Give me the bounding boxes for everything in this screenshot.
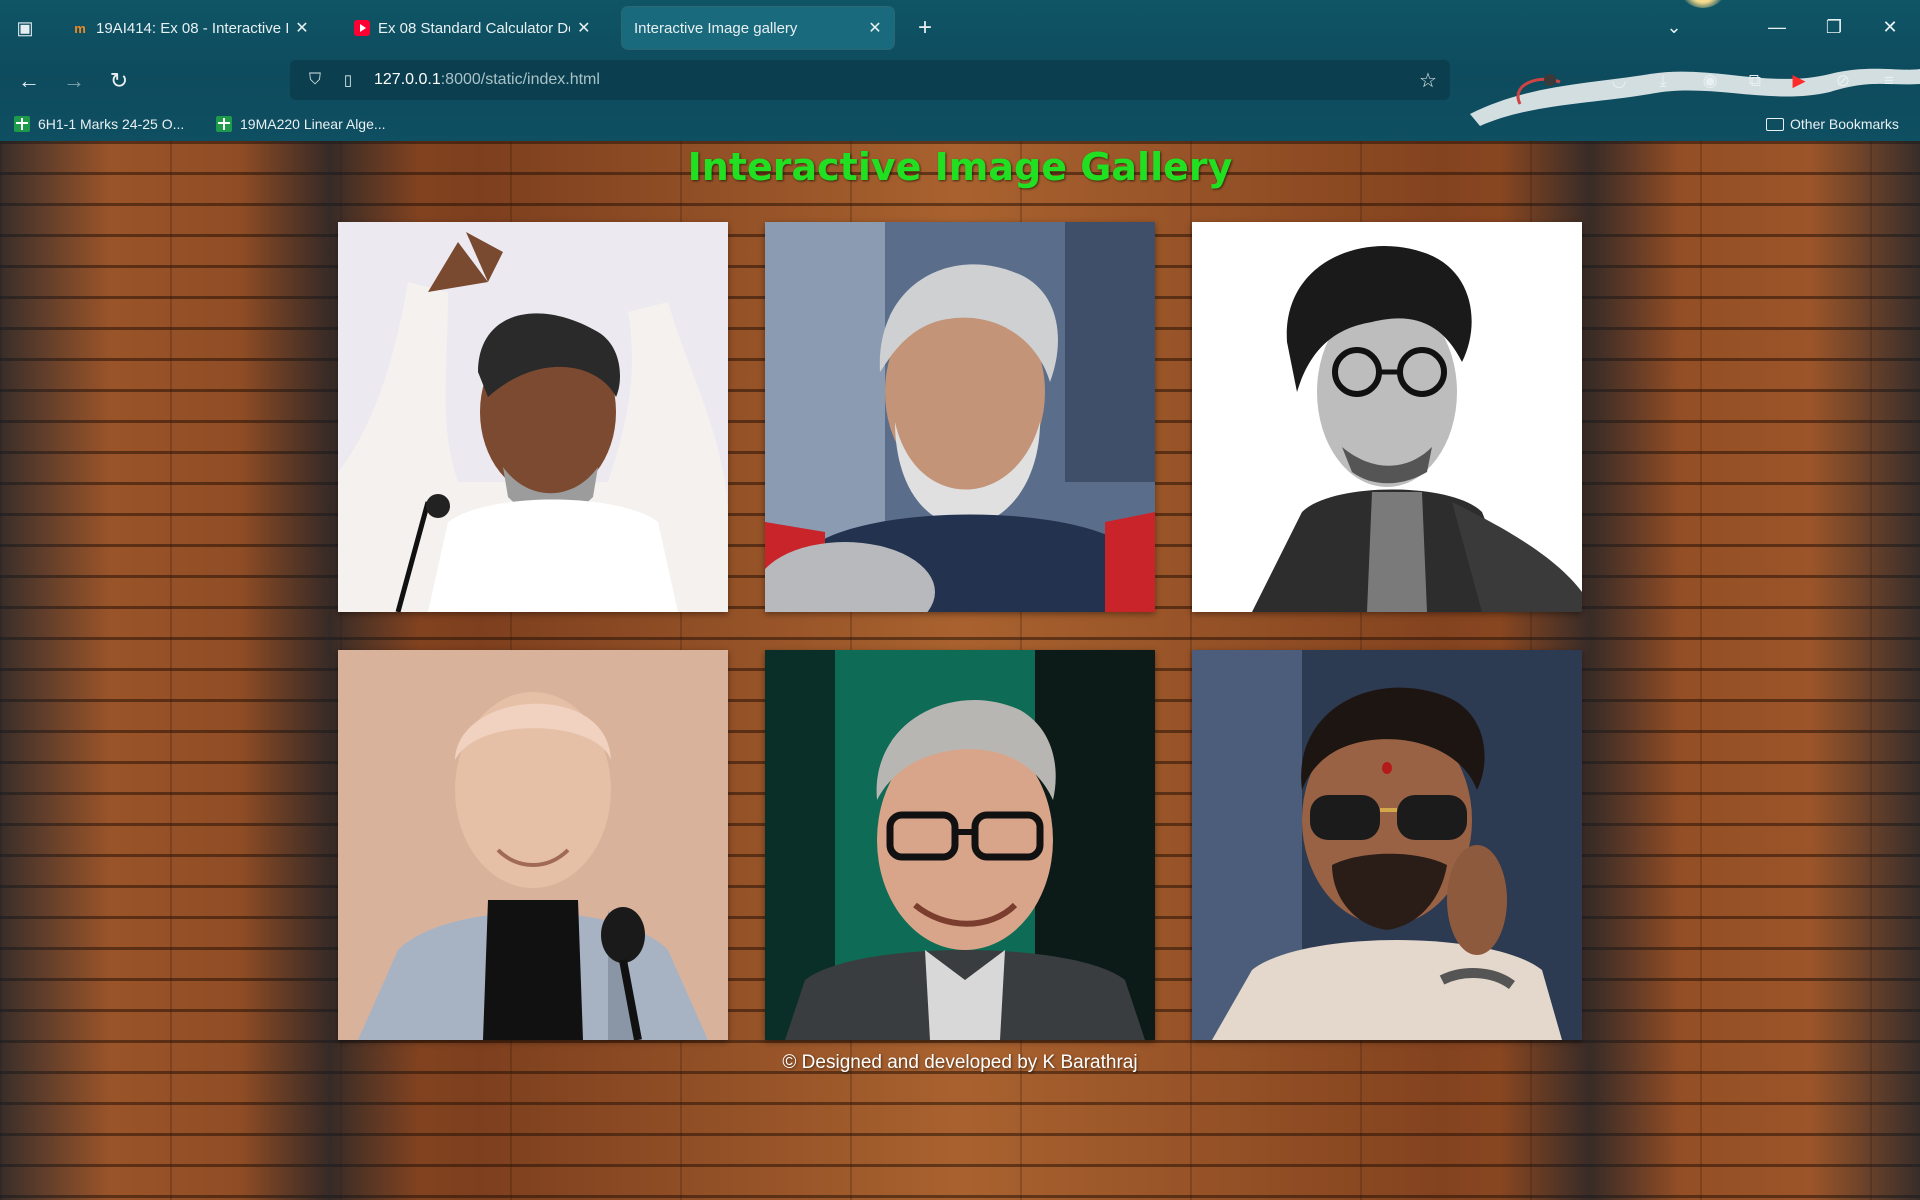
tab-title: Ex 08 Standard Calculator Desi xyxy=(378,19,570,37)
account-icon[interactable]: ◉ xyxy=(1697,68,1723,94)
other-bookmarks-label: Other Bookmarks xyxy=(1790,116,1899,132)
close-icon[interactable]: ✕ xyxy=(576,18,592,38)
forward-arrow-icon[interactable]: → xyxy=(57,64,91,98)
bookmark-item[interactable]: 19MA220 Linear Alge... xyxy=(216,112,386,136)
youtube-extension-icon[interactable]: ▶ xyxy=(1786,68,1812,94)
bookmark-star-icon[interactable]: ☆ xyxy=(1416,68,1440,93)
folder-icon xyxy=(1766,117,1784,131)
close-icon[interactable]: ✕ xyxy=(866,18,884,38)
new-tab-button[interactable]: + xyxy=(910,14,940,44)
gallery-image-5[interactable] xyxy=(765,650,1155,1040)
eye-slash-icon[interactable]: ⊘ xyxy=(1830,68,1856,94)
portrait-photo xyxy=(1192,650,1582,1040)
window-close-button[interactable]: ✕ xyxy=(1870,10,1910,44)
shield-icon[interactable]: ⛉ xyxy=(304,71,326,89)
tab-gallery[interactable]: Interactive Image gallery ✕ xyxy=(622,7,894,49)
pocket-icon[interactable]: ◡ xyxy=(1606,68,1632,94)
page-title: Interactive Image Gallery xyxy=(687,145,1233,189)
navigation-toolbar: ← → ↻ ⛉ ▯ 127.0.0.1:8000/static/index.ht… xyxy=(0,54,1920,108)
firefox-view-icon[interactable]: ▣ xyxy=(12,16,38,40)
portrait-photo xyxy=(765,650,1155,1040)
bookmark-label: 6H1-1 Marks 24-25 O... xyxy=(38,116,185,132)
portrait-photo xyxy=(338,222,728,612)
menu-icon[interactable]: ≡ xyxy=(1876,68,1902,94)
sheets-icon xyxy=(14,116,30,132)
portrait-photo xyxy=(1192,222,1582,612)
url-text[interactable]: 127.0.0.1:8000/static/index.html xyxy=(374,71,600,89)
browser-chrome: ▣ m 19AI414: Ex 08 - Interactive Ima ✕ E… xyxy=(0,0,1920,141)
moodle-icon: m xyxy=(74,20,86,36)
gallery-image-6[interactable] xyxy=(1192,650,1582,1040)
url-bar[interactable]: ⛉ ▯ 127.0.0.1:8000/static/index.html ☆ xyxy=(290,60,1450,100)
page-icon[interactable]: ▯ xyxy=(338,71,358,89)
tab-bar: ▣ m 19AI414: Ex 08 - Interactive Ima ✕ E… xyxy=(0,0,1920,54)
bookmark-label: 19MA220 Linear Alge... xyxy=(240,116,386,132)
page-content: Interactive Image Gallery © Designed and… xyxy=(0,141,1920,1200)
gallery-image-1[interactable] xyxy=(338,222,728,612)
back-arrow-icon[interactable]: ← xyxy=(12,64,46,98)
extensions-icon[interactable]: ⧉ xyxy=(1742,68,1768,94)
minimize-button[interactable]: — xyxy=(1757,10,1797,44)
other-bookmarks[interactable]: Other Bookmarks xyxy=(1766,112,1899,136)
url-host: 127.0.0.1 xyxy=(374,71,441,88)
gallery-image-3[interactable] xyxy=(1192,222,1582,612)
gallery-image-4[interactable] xyxy=(338,650,728,1040)
portrait-photo xyxy=(765,222,1155,612)
reload-icon[interactable]: ↻ xyxy=(102,64,136,98)
downloads-icon[interactable]: ⤓ xyxy=(1650,68,1676,94)
image-gallery xyxy=(338,222,1584,1040)
tab-title: Interactive Image gallery xyxy=(634,19,798,37)
close-icon[interactable]: ✕ xyxy=(294,18,310,38)
gallery-image-2[interactable] xyxy=(765,222,1155,612)
footer-credit: © Designed and developed by K Barathraj xyxy=(782,1052,1138,1073)
tab-youtube[interactable]: Ex 08 Standard Calculator Desi ✕ xyxy=(340,7,602,49)
tab-list-chevron-icon[interactable]: ⌄ xyxy=(1654,10,1694,44)
bookmarks-toolbar: 6H1-1 Marks 24-25 O... 19MA220 Linear Al… xyxy=(0,108,1920,141)
tab-moodle[interactable]: m 19AI414: Ex 08 - Interactive Ima ✕ xyxy=(58,7,320,49)
portrait-photo xyxy=(338,650,728,1040)
youtube-icon xyxy=(354,20,370,36)
restore-button[interactable]: ❐ xyxy=(1814,10,1854,44)
sheets-icon xyxy=(216,116,232,132)
bookmark-item[interactable]: 6H1-1 Marks 24-25 O... xyxy=(14,112,184,136)
tab-title: 19AI414: Ex 08 - Interactive Ima xyxy=(96,19,288,37)
url-path: :8000/static/index.html xyxy=(440,71,600,88)
